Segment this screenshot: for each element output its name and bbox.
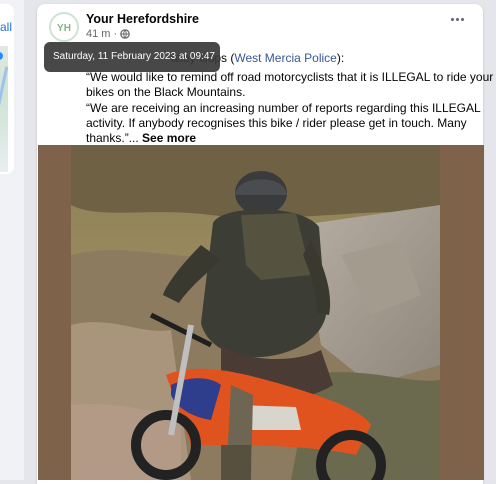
map-road — [0, 66, 9, 136]
avatar-initials: YH — [57, 23, 71, 34]
avatar-logo-icon: YH — [53, 16, 75, 38]
timestamp-tooltip: Saturday, 11 February 2023 at 09:47 — [44, 42, 220, 72]
post-source-end: ): — [336, 51, 345, 65]
map-pin-icon — [0, 52, 3, 60]
page-avatar[interactable]: YH — [49, 12, 79, 42]
post-photo[interactable] — [71, 145, 440, 480]
left-column: all — [0, 0, 24, 480]
post-meta: 41 m · — [86, 28, 130, 40]
left-card: all — [0, 4, 14, 174]
see-more-link[interactable]: See more — [142, 131, 196, 145]
page-name-link[interactable]: Your Herefordshire — [86, 12, 199, 26]
post-paragraph-1: “We would like to remind off road motorc… — [86, 70, 494, 99]
map-thumbnail[interactable] — [0, 46, 9, 172]
globe-icon — [120, 29, 130, 39]
post-time[interactable]: 41 m — [86, 28, 110, 40]
post-media[interactable] — [38, 145, 484, 480]
photo-image — [71, 145, 440, 480]
post-paragraph-2: “We are receiving an increasing number o… — [86, 101, 496, 146]
west-mercia-police-link[interactable]: West Mercia Police — [234, 51, 336, 65]
meta-separator: · — [113, 28, 118, 40]
more-options-icon[interactable] — [451, 18, 467, 24]
see-all-link[interactable]: all — [0, 20, 12, 34]
